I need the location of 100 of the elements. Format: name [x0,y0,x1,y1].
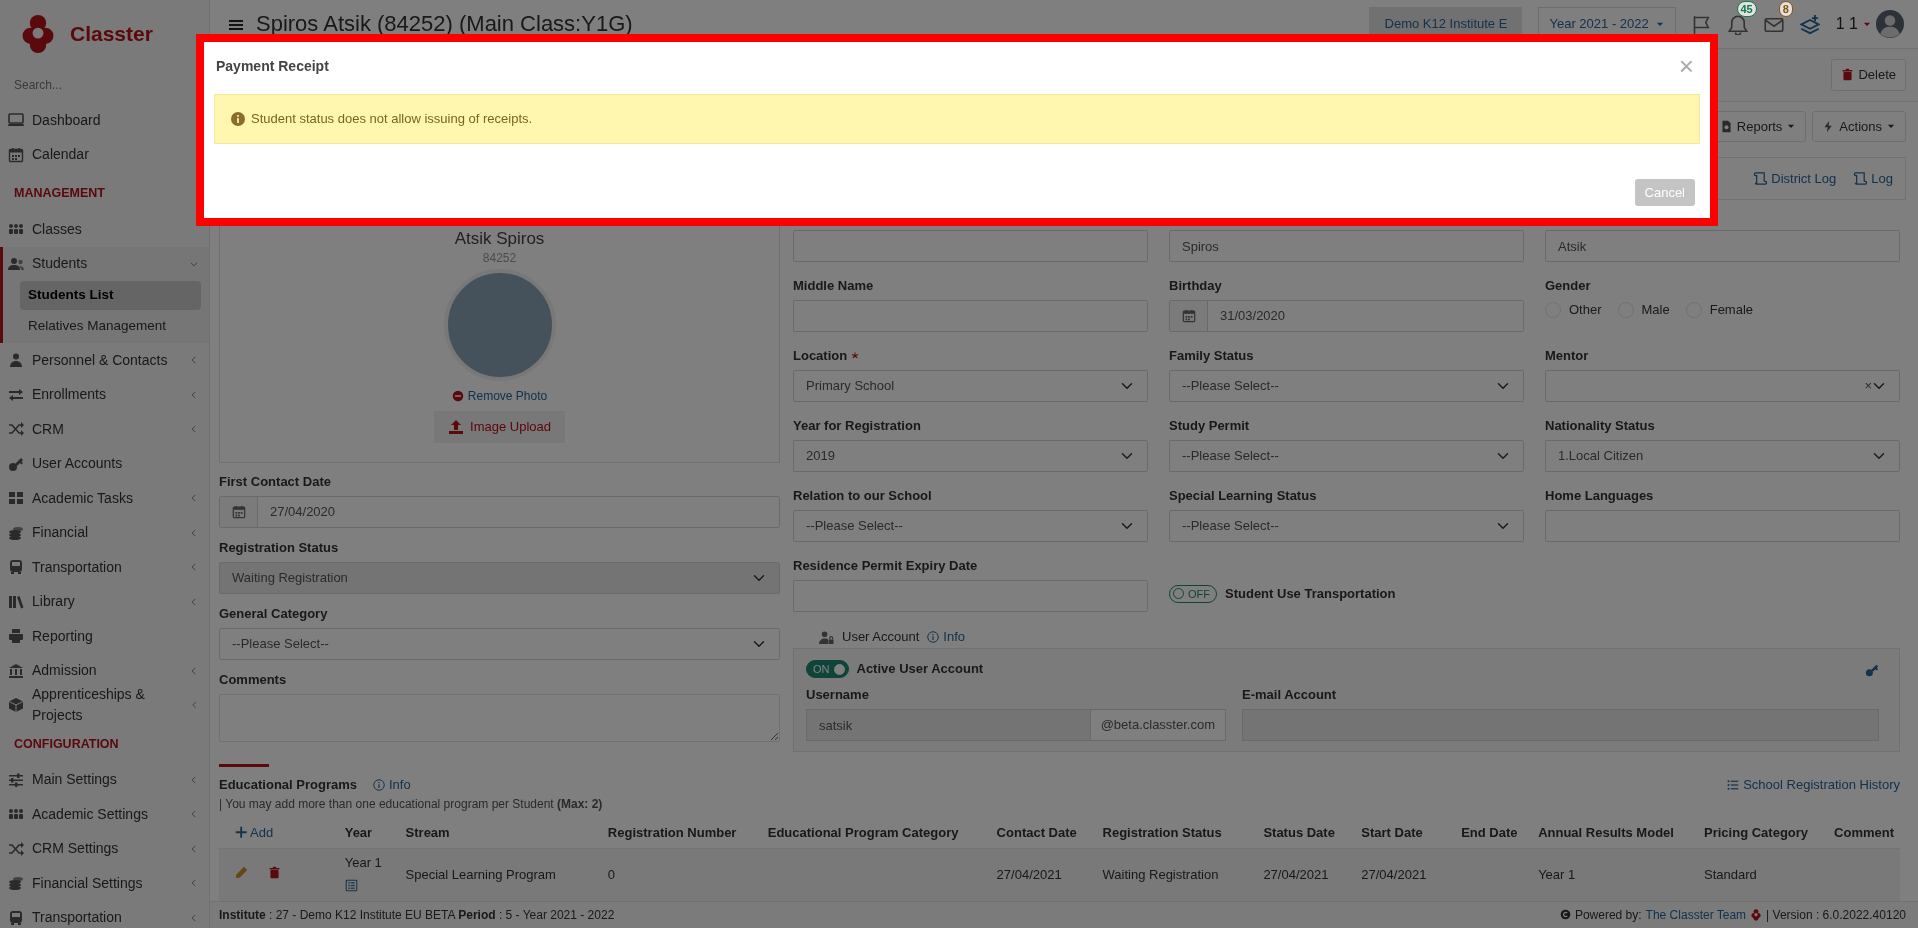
calendar-icon [231,505,246,520]
plus-icon [235,826,247,839]
submenu-item[interactable]: Students List [20,281,201,310]
field-label: Middle Name [793,277,874,296]
grid-icon [8,490,24,507]
option-label: Other [1569,301,1602,320]
log-link[interactable]: Log [1852,168,1893,189]
sidebar-item[interactable]: Financial [0,515,209,550]
sidebar-item[interactable]: User Accounts [0,446,209,481]
select-field[interactable]: 2019 [793,440,1148,473]
toggle-label: Student Use Transportation [1225,585,1396,604]
team-link[interactable]: The Classter Team [1645,905,1747,924]
flag-icon [1691,14,1712,35]
add-button[interactable]: Add [225,822,274,843]
sidebar-item[interactable]: Admission [0,653,209,688]
option-label: Female [1709,301,1754,320]
table-cell: 27/04/2021 [1355,848,1456,901]
sidebar-item[interactable]: Personnel & Contacts [0,343,209,378]
registration-history-link[interactable]: School Registration History [1727,775,1900,795]
chevron-icon [190,700,199,711]
sidebar-item[interactable]: Financial Settings [0,866,209,901]
student-name: Atsik Spiros [454,229,545,250]
field-label: General Category [219,605,328,624]
chevron-icon [189,424,199,435]
cube-icon [8,697,24,714]
report-icon [1719,119,1733,133]
select-field[interactable]: --Please Select-- [219,628,780,661]
sidebar-item[interactable]: Transportation [0,550,209,585]
column-header: Contact Date [990,816,1097,849]
trash-icon [268,866,281,880]
clear-button[interactable]: × [1864,376,1872,396]
sidebar-item[interactable]: Calendar [0,137,209,172]
toggle-switch[interactable]: ON [806,660,849,679]
sidebar-item[interactable]: Transportation [0,900,209,928]
close-button[interactable]: × [1674,53,1698,79]
sidebar-item[interactable]: Reporting [0,619,209,654]
column-header: Status Date [1257,816,1356,849]
sidebar-item[interactable]: Academic Settings [0,797,209,832]
printer-icon [8,628,24,645]
field-label: Study Permit [1169,417,1250,436]
info-link[interactable]: Info [927,627,965,647]
date-field[interactable]: 27/04/2020 [219,496,780,529]
list-icon [1727,778,1740,791]
select-field[interactable]: --Please Select-- [1169,510,1524,543]
sidebar-item[interactable]: Academic Tasks [0,481,209,516]
sidebar-item[interactable]: Library [0,584,209,619]
section-title: CONFIGURATION [13,735,120,753]
copyright-icon [1559,909,1571,921]
delete-button[interactable]: Delete [1831,59,1906,91]
avatar-icon [1876,10,1904,38]
sidebar-item[interactable]: Apprenticeships & Projects [0,688,209,723]
info-icon [373,778,385,791]
search-field[interactable]: Search... [0,67,209,103]
select-field[interactable]: --Please Select-- [793,510,1148,543]
info-icon [927,631,940,644]
column-header: Stream [399,816,602,849]
input-field[interactable]: Atsik [1545,230,1900,263]
powered-label: Powered by: [1574,906,1642,924]
toggle-label: Active User Account [856,660,984,679]
sidebar-item[interactable]: Students [0,246,209,281]
comments-field[interactable] [219,694,780,743]
list-icon [344,878,358,892]
actions-dropdown[interactable]: Actions [1812,110,1906,143]
count-badge: 8 [1778,1,1793,17]
field-label: Special Learning Status [1169,487,1317,506]
field-label: First Contact Date [219,473,331,492]
person-icon [8,352,24,369]
date-field[interactable]: 31/03/2020 [1169,300,1524,333]
sidebar-item[interactable]: CRM Settings [0,831,209,866]
select-field[interactable]: --Please Select-- [1169,370,1524,403]
image-upload-button[interactable]: Image Upload [434,411,565,443]
sidebar-item[interactable]: Enrollments [0,377,209,412]
info-link[interactable]: Info [373,775,411,795]
select-field[interactable]: 1.Local Citizen [1545,440,1900,473]
select-field[interactable]: --Please Select-- [1169,440,1524,473]
user-menu[interactable]: 1 1 [1835,10,1904,38]
remove-photo-link[interactable]: Remove Photo [451,387,548,406]
field-label: Home Languages [1545,487,1654,506]
column-header: Educational Program Category [761,816,991,849]
section-title: MANAGEMENT [13,185,106,203]
field-label: Relation to our School [793,487,932,506]
logo-text: Classter [70,20,153,47]
layers-icon [1799,14,1820,35]
select-field[interactable]: Primary School [793,370,1148,403]
arrows-icon [8,386,24,403]
input-field[interactable]: Spiros [1169,230,1524,263]
column-header: Pricing Category [1698,816,1829,849]
district-log-link[interactable]: District Log [1752,168,1837,189]
coins-icon [8,875,24,892]
footer-info: Institute : 27 - Demo K12 Institute EU BETA Period : 5 - Year 2021 - 2022 [219,906,615,924]
sidebar-item[interactable]: CRM [0,412,209,447]
layers-button[interactable] [1799,12,1820,36]
sidebar-item[interactable]: Dashboard [0,103,209,138]
select-field[interactable] [1545,370,1900,403]
toggle-switch[interactable]: OFF [1169,584,1217,603]
column-header: Comment [1828,816,1900,849]
field-label: Location [793,347,848,366]
sidebar-item[interactable]: Main Settings [0,762,209,797]
bank-icon [8,662,24,679]
sidebar-item[interactable]: Classes [0,212,209,247]
